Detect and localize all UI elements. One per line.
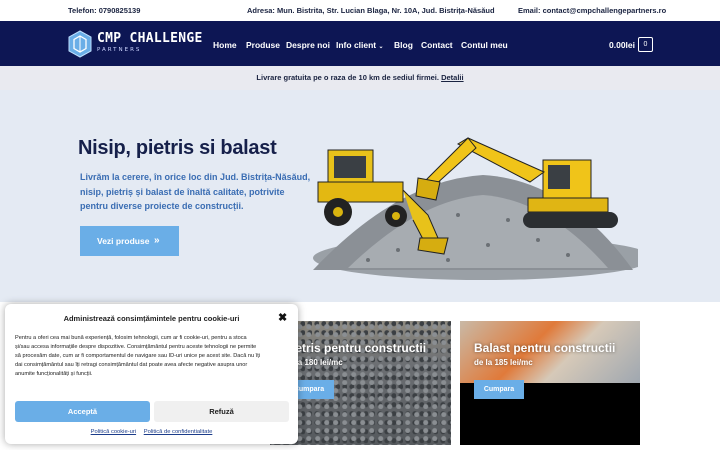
- cookie-consent-dialog: Administrează consimțămintele pentru coo…: [5, 304, 298, 444]
- email-address[interactable]: Email: contact@cmpchallengepartners.ro: [518, 6, 666, 15]
- logo-wordmark: CMP CHALLENGE: [97, 31, 203, 46]
- cart-count-badge[interactable]: 0: [638, 37, 653, 52]
- product-card-balast[interactable]: Balast pentru constructii de la 185 lei/…: [460, 321, 640, 445]
- privacy-policy-link[interactable]: Politică de confidentialitate: [144, 429, 213, 435]
- close-icon[interactable]: ✖: [278, 311, 287, 324]
- free-delivery-notice: Livrare gratuita pe o raza de 10 km de s…: [0, 66, 720, 90]
- notice-text: Livrare gratuita pe o raza de 10 km de s…: [256, 73, 439, 82]
- view-products-button[interactable]: Vezi produse »: [80, 226, 179, 256]
- phone-number[interactable]: Telefon: 0790825139: [68, 6, 140, 15]
- hexagon-logo-icon: [68, 30, 92, 58]
- notice-details-link[interactable]: Detalii: [441, 73, 464, 82]
- cookie-description: Pentru a oferi cea mai bună experiență, …: [15, 335, 260, 377]
- nav-info-client[interactable]: Info client ⌄: [336, 40, 384, 50]
- nav-contul-meu[interactable]: Contul meu: [461, 40, 508, 50]
- nav-despre-noi[interactable]: Despre noi: [286, 40, 330, 50]
- hero-title: Nisip, pietris si balast: [78, 137, 277, 159]
- card-title: Balast pentru constructii: [474, 341, 616, 355]
- logo-subtitle: PARTNERS: [97, 47, 142, 53]
- excavator-gravel-image: [313, 137, 638, 280]
- refuse-cookies-button[interactable]: Refuză: [154, 401, 289, 422]
- nav-contact[interactable]: Contact: [421, 40, 453, 50]
- nav-produse[interactable]: Produse: [246, 40, 280, 50]
- cart-total[interactable]: 0.00lei: [609, 40, 635, 50]
- card-price: de la 185 lei/mc: [474, 358, 533, 367]
- company-address: Adresa: Mun. Bistrita, Str. Lucian Blaga…: [247, 6, 495, 15]
- hero-section: Nisip, pietris si balast Livrăm la cerer…: [0, 90, 720, 302]
- cookie-policy-links: Politică cookie-uri Politică de confiden…: [5, 429, 298, 435]
- top-info-bar: Telefon: 0790825139 Adresa: Mun. Bistrit…: [0, 0, 720, 21]
- hero-description: Livrăm la cerere, în orice loc din Jud. …: [80, 172, 311, 211]
- card-title: Pietris pentru constructii: [284, 341, 427, 355]
- nav-home[interactable]: Home: [213, 40, 237, 50]
- cookie-dialog-title: Administrează consimțămintele pentru coo…: [63, 314, 240, 323]
- double-chevron-right-icon: »: [154, 235, 160, 246]
- cookie-policy-link[interactable]: Politică cookie-uri: [91, 429, 136, 435]
- nav-blog[interactable]: Blog: [394, 40, 413, 50]
- view-products-label: Vezi produse: [97, 236, 150, 246]
- chevron-down-icon: ⌄: [378, 44, 384, 50]
- site-header: CMP CHALLENGE PARTNERS Home Produse Desp…: [0, 21, 720, 66]
- site-logo[interactable]: CMP CHALLENGE PARTNERS: [68, 30, 202, 58]
- nav-info-client-label: Info client: [336, 40, 377, 50]
- accept-cookies-button[interactable]: Acceptă: [15, 401, 150, 422]
- buy-button[interactable]: Cumpara: [474, 380, 524, 399]
